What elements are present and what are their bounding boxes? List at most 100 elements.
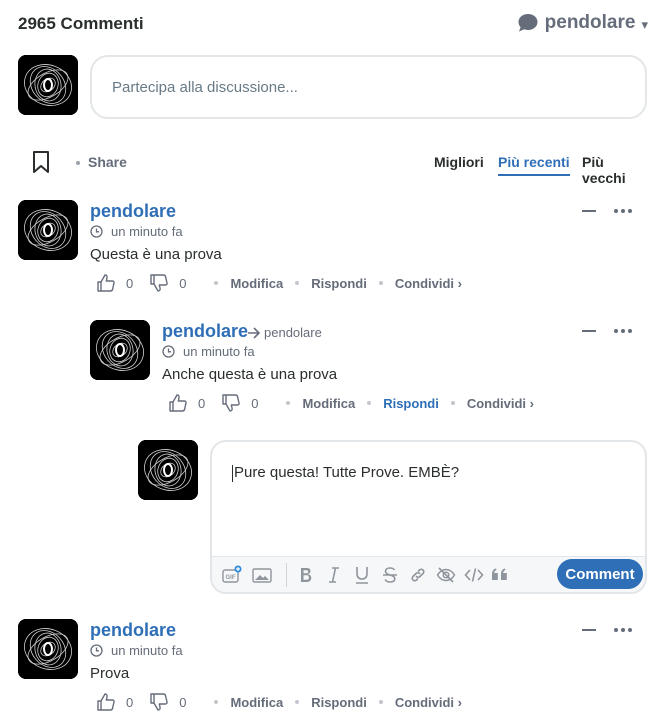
downvote-button[interactable]: 0	[149, 273, 186, 293]
comment-count: 2965 Commenti	[18, 14, 144, 33]
image-icon[interactable]	[252, 565, 272, 585]
comment-author[interactable]: pendolare	[162, 321, 248, 342]
chevron-down-icon: ▾	[641, 16, 648, 32]
reply-link[interactable]: Rispondi	[383, 396, 439, 411]
text-cursor	[232, 464, 233, 482]
more-options-icon[interactable]	[614, 329, 632, 333]
separator-dot	[295, 700, 300, 704]
comment-menu	[582, 209, 632, 213]
upvote-button[interactable]: 0	[96, 273, 133, 293]
upvote-button[interactable]: 0	[96, 692, 133, 712]
upvote-button[interactable]: 0	[168, 393, 205, 413]
comment-timestamp[interactable]: un minuto fa	[90, 224, 183, 239]
gif-icon[interactable]: GIF	[222, 565, 242, 585]
avatar-spiral-icon	[18, 619, 78, 679]
underline-icon[interactable]	[352, 565, 372, 585]
new-comment-input[interactable]	[92, 57, 645, 117]
reply-link[interactable]: Rispondi	[311, 276, 367, 291]
spoiler-icon[interactable]	[436, 565, 456, 585]
reply-textarea[interactable]: Pure questa! Tutte Prove. EMBÈ?	[232, 464, 459, 482]
reply-to-name: pendolare	[264, 325, 322, 340]
more-options-icon[interactable]	[614, 209, 632, 213]
separator-dot	[378, 700, 383, 704]
share-link[interactable]: Condividi ›	[467, 396, 534, 411]
bookmark-icon[interactable]	[30, 150, 52, 174]
downvote-button[interactable]: 0	[149, 692, 186, 712]
separator-dot	[76, 161, 80, 166]
code-icon[interactable]	[464, 565, 484, 585]
downvote-count: 0	[179, 694, 187, 710]
thumbs-down-icon	[150, 693, 169, 711]
avatar[interactable]	[138, 440, 198, 500]
share-link[interactable]: Condividi ›	[395, 695, 462, 710]
reply-text: Pure questa! Tutte Prove. EMBÈ?	[234, 464, 460, 481]
separator-dot	[295, 281, 300, 285]
strikethrough-icon[interactable]	[380, 565, 400, 585]
reply-to[interactable]: pendolare	[247, 325, 322, 340]
avatar-spiral-icon	[90, 320, 150, 380]
comments-header: 2965 Commenti pendolare ▾	[18, 12, 648, 38]
collapse-icon[interactable]	[582, 629, 596, 631]
separator-dot	[286, 401, 291, 405]
avatar-spiral-icon	[18, 200, 78, 260]
separator-dot	[378, 281, 383, 285]
separator-dot	[214, 281, 219, 285]
collapse-icon[interactable]	[582, 330, 596, 332]
avatar[interactable]	[18, 619, 78, 679]
user-menu[interactable]: pendolare ▾	[517, 12, 648, 34]
comment-menu	[582, 329, 632, 333]
comment-author[interactable]: pendolare	[90, 201, 176, 222]
new-comment-box[interactable]	[90, 55, 647, 119]
edit-link[interactable]: Modifica	[230, 695, 283, 710]
toolbar-divider	[286, 563, 287, 587]
avatar-spiral-icon	[138, 440, 198, 500]
downvote-count: 0	[179, 275, 187, 291]
thumbs-up-icon	[97, 693, 115, 711]
svg-text:GIF: GIF	[226, 575, 236, 581]
downvote-button[interactable]: 0	[221, 393, 258, 413]
link-icon[interactable]	[408, 565, 428, 585]
time-label: un minuto fa	[111, 643, 183, 658]
clock-icon	[90, 644, 103, 657]
thumbs-up-icon	[169, 394, 187, 412]
reply-editor[interactable]: Pure questa! Tutte Prove. EMBÈ? GIF Comm…	[210, 440, 647, 594]
tab-piu-vecchi[interactable]: Più vecchi	[582, 154, 648, 190]
comment-actions: 0 0 Modifica Rispondi Condividi ›	[168, 392, 534, 414]
bold-icon[interactable]	[296, 565, 316, 585]
share-label: Share	[88, 154, 127, 170]
comment-timestamp[interactable]: un minuto fa	[162, 344, 255, 359]
avatar-spiral-icon	[18, 55, 78, 115]
avatar[interactable]	[18, 200, 78, 260]
share-link[interactable]: Condividi ›	[395, 276, 462, 291]
submit-comment-button[interactable]: Comment	[557, 559, 643, 589]
collapse-icon[interactable]	[582, 210, 596, 212]
edit-link[interactable]: Modifica	[302, 396, 355, 411]
avatar[interactable]	[90, 320, 150, 380]
quote-icon[interactable]	[490, 565, 510, 585]
tab-piu-recenti[interactable]: Più recenti	[498, 154, 570, 176]
comment-author[interactable]: pendolare	[90, 620, 176, 641]
speech-bubble-icon	[518, 14, 538, 32]
user-menu-name: pendolare	[544, 12, 636, 33]
reply-link[interactable]: Rispondi	[311, 695, 367, 710]
upvote-count: 0	[126, 694, 134, 710]
avatar[interactable]	[18, 55, 78, 115]
edit-link[interactable]: Modifica	[230, 276, 283, 291]
comment-menu	[582, 628, 632, 632]
clock-icon	[90, 225, 103, 238]
upvote-count: 0	[198, 395, 206, 411]
thumbs-down-icon	[222, 394, 241, 412]
more-options-icon[interactable]	[614, 628, 632, 632]
reply-arrow-icon	[248, 326, 261, 339]
comment-actions: 0 0 Modifica Rispondi Condividi ›	[96, 691, 462, 713]
upvote-count: 0	[126, 275, 134, 291]
tab-migliori[interactable]: Migliori	[434, 154, 484, 174]
comment-actions: 0 0 Modifica Rispondi Condividi ›	[96, 272, 462, 294]
italic-icon[interactable]	[324, 565, 344, 585]
comment-text: Prova	[90, 665, 130, 682]
separator-dot	[214, 700, 219, 704]
comment-text: Anche questa è una prova	[162, 366, 338, 383]
comment-timestamp[interactable]: un minuto fa	[90, 643, 183, 658]
share-button[interactable]: Share	[76, 154, 127, 170]
editor-toolbar: GIF Comment	[212, 556, 645, 592]
